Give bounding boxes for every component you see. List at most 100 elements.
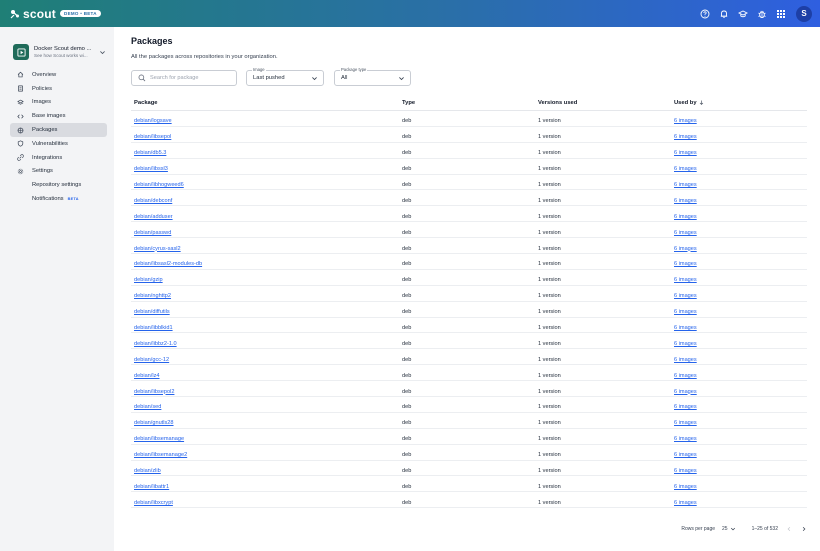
scout-logo-icon [10,9,19,18]
image-filter-select[interactable]: Image Last pushed [246,67,324,86]
package-type-select[interactable]: Package type All [334,67,411,86]
bell-icon[interactable] [718,8,730,20]
beta-badge: BETA [67,197,79,202]
sidebar-item-integrations[interactable]: Integrations [10,151,107,165]
used-by-link[interactable]: 6 images [674,341,697,347]
sidebar-subitem-repository-settings[interactable]: Repository settings [10,178,107,192]
chevron-left-icon [787,526,791,532]
package-link[interactable]: debian/libsepol2 [134,389,174,395]
package-link[interactable]: debian/libbz2-1.0 [134,341,177,347]
rows-per-page-select[interactable]: 25 [722,526,736,532]
help-icon[interactable] [699,8,711,20]
previous-page-button[interactable] [785,525,793,533]
sidebar-subitem-notifications[interactable]: Notifications BETA [10,192,107,206]
package-link[interactable]: debian/passwd [134,230,171,236]
package-link[interactable]: debian/libxcrypt [134,500,173,506]
package-link[interactable]: debian/sed [134,404,161,410]
used-by-link[interactable]: 6 images [674,277,697,283]
sidebar-item-images[interactable]: Images [10,96,107,110]
brand[interactable]: scout DEMO • BETA [10,7,101,21]
package-link[interactable]: debian/libsemanage [134,436,184,442]
used-by-link[interactable]: 6 images [674,389,697,395]
package-link[interactable]: debian/gzip [134,277,163,283]
sidebar-subitem-label: Repository settings [32,182,82,189]
sidebar-item-base-images[interactable]: Base images [10,109,107,123]
versions-used: 1 version [538,452,561,459]
used-by-link[interactable]: 6 images [674,500,697,506]
package-link[interactable]: debian/db5.3 [134,150,166,156]
used-by-link[interactable]: 6 images [674,134,697,140]
sidebar-item-policies[interactable]: Policies [10,82,107,96]
versions-used: 1 version [538,166,561,173]
used-by-link[interactable]: 6 images [674,452,697,458]
sidebar-item-settings[interactable]: Settings [10,165,107,179]
versions-used: 1 version [538,118,561,125]
package-link[interactable]: debian/nghttp2 [134,293,171,299]
used-by-link[interactable]: 6 images [674,166,697,172]
org-switcher[interactable]: Docker Scout demo ... See how Scout work… [13,43,108,61]
used-by-link[interactable]: 6 images [674,436,697,442]
used-by-link[interactable]: 6 images [674,357,697,363]
package-link[interactable]: debian/debconf [134,198,172,204]
sidebar-item-packages[interactable]: Packages [10,123,107,137]
used-by-link[interactable]: 6 images [674,230,697,236]
package-link[interactable]: debian/diffutils [134,309,170,315]
package-link[interactable]: debian/libhogweed6 [134,182,184,188]
versions-used: 1 version [538,277,561,284]
used-by-link[interactable]: 6 images [674,214,697,220]
apps-grid-icon[interactable] [775,8,787,20]
next-page-button[interactable] [800,525,808,533]
package-type: deb [402,404,412,411]
used-by-link[interactable]: 6 images [674,468,697,474]
package-link[interactable]: debian/zlib [134,468,161,474]
graduation-cap-icon[interactable] [737,8,749,20]
used-by-link[interactable]: 6 images [674,420,697,426]
column-header-type[interactable]: Type [402,100,538,106]
used-by-link[interactable]: 6 images [674,325,697,331]
policy-icon [17,85,24,92]
sidebar-item-overview[interactable]: Overview [10,68,107,82]
used-by-link[interactable]: 6 images [674,309,697,315]
versions-used: 1 version [538,468,561,475]
package-type: deb [402,150,412,157]
rows-per-page-value: 25 [722,526,728,532]
user-avatar[interactable]: S [796,5,812,22]
chevron-right-icon [802,526,806,532]
package-link[interactable]: debian/cyrus-sasl2 [134,246,181,252]
used-by-link[interactable]: 6 images [674,182,697,188]
package-link[interactable]: debian/libattr1 [134,484,169,490]
package-type: deb [402,166,412,173]
package-type: deb [402,340,412,347]
used-by-link[interactable]: 6 images [674,261,697,267]
package-link[interactable]: debian/libsemanage2 [134,452,187,458]
column-header-versions[interactable]: Versions used [538,100,674,106]
org-logo-icon [13,44,29,60]
package-link[interactable]: debian/gcc-12 [134,357,169,363]
package-link[interactable]: debian/libsepol [134,134,171,140]
package-link[interactable]: debian/gnutls28 [134,420,174,426]
package-link[interactable]: debian/libssl3 [134,166,168,172]
column-header-package[interactable]: Package [131,100,402,106]
package-type: deb [402,277,412,284]
used-by-link[interactable]: 6 images [674,373,697,379]
bug-icon[interactable] [756,8,768,20]
package-link[interactable]: debian/lz4 [134,373,160,379]
package-link[interactable]: debian/logsave [134,118,172,124]
used-by-link[interactable]: 6 images [674,150,697,156]
package-link[interactable]: debian/adduser [134,214,173,220]
search-input[interactable] [150,75,236,81]
column-header-used-by[interactable]: Used by [674,100,807,106]
used-by-link[interactable]: 6 images [674,246,697,252]
package-type: deb [402,245,412,252]
package-link[interactable]: debian/libblkid1 [134,325,173,331]
used-by-link[interactable]: 6 images [674,404,697,410]
search-box[interactable] [131,70,237,86]
package-link[interactable]: debian/libsasl2-modules-db [134,261,202,267]
top-bar: scout DEMO • BETA S [0,0,820,27]
used-by-link[interactable]: 6 images [674,198,697,204]
sidebar-item-vulnerabilities[interactable]: Vulnerabilities [10,137,107,151]
used-by-link[interactable]: 6 images [674,293,697,299]
used-by-link[interactable]: 6 images [674,484,697,490]
sidebar-item-label: Overview [32,71,57,78]
used-by-link[interactable]: 6 images [674,118,697,124]
